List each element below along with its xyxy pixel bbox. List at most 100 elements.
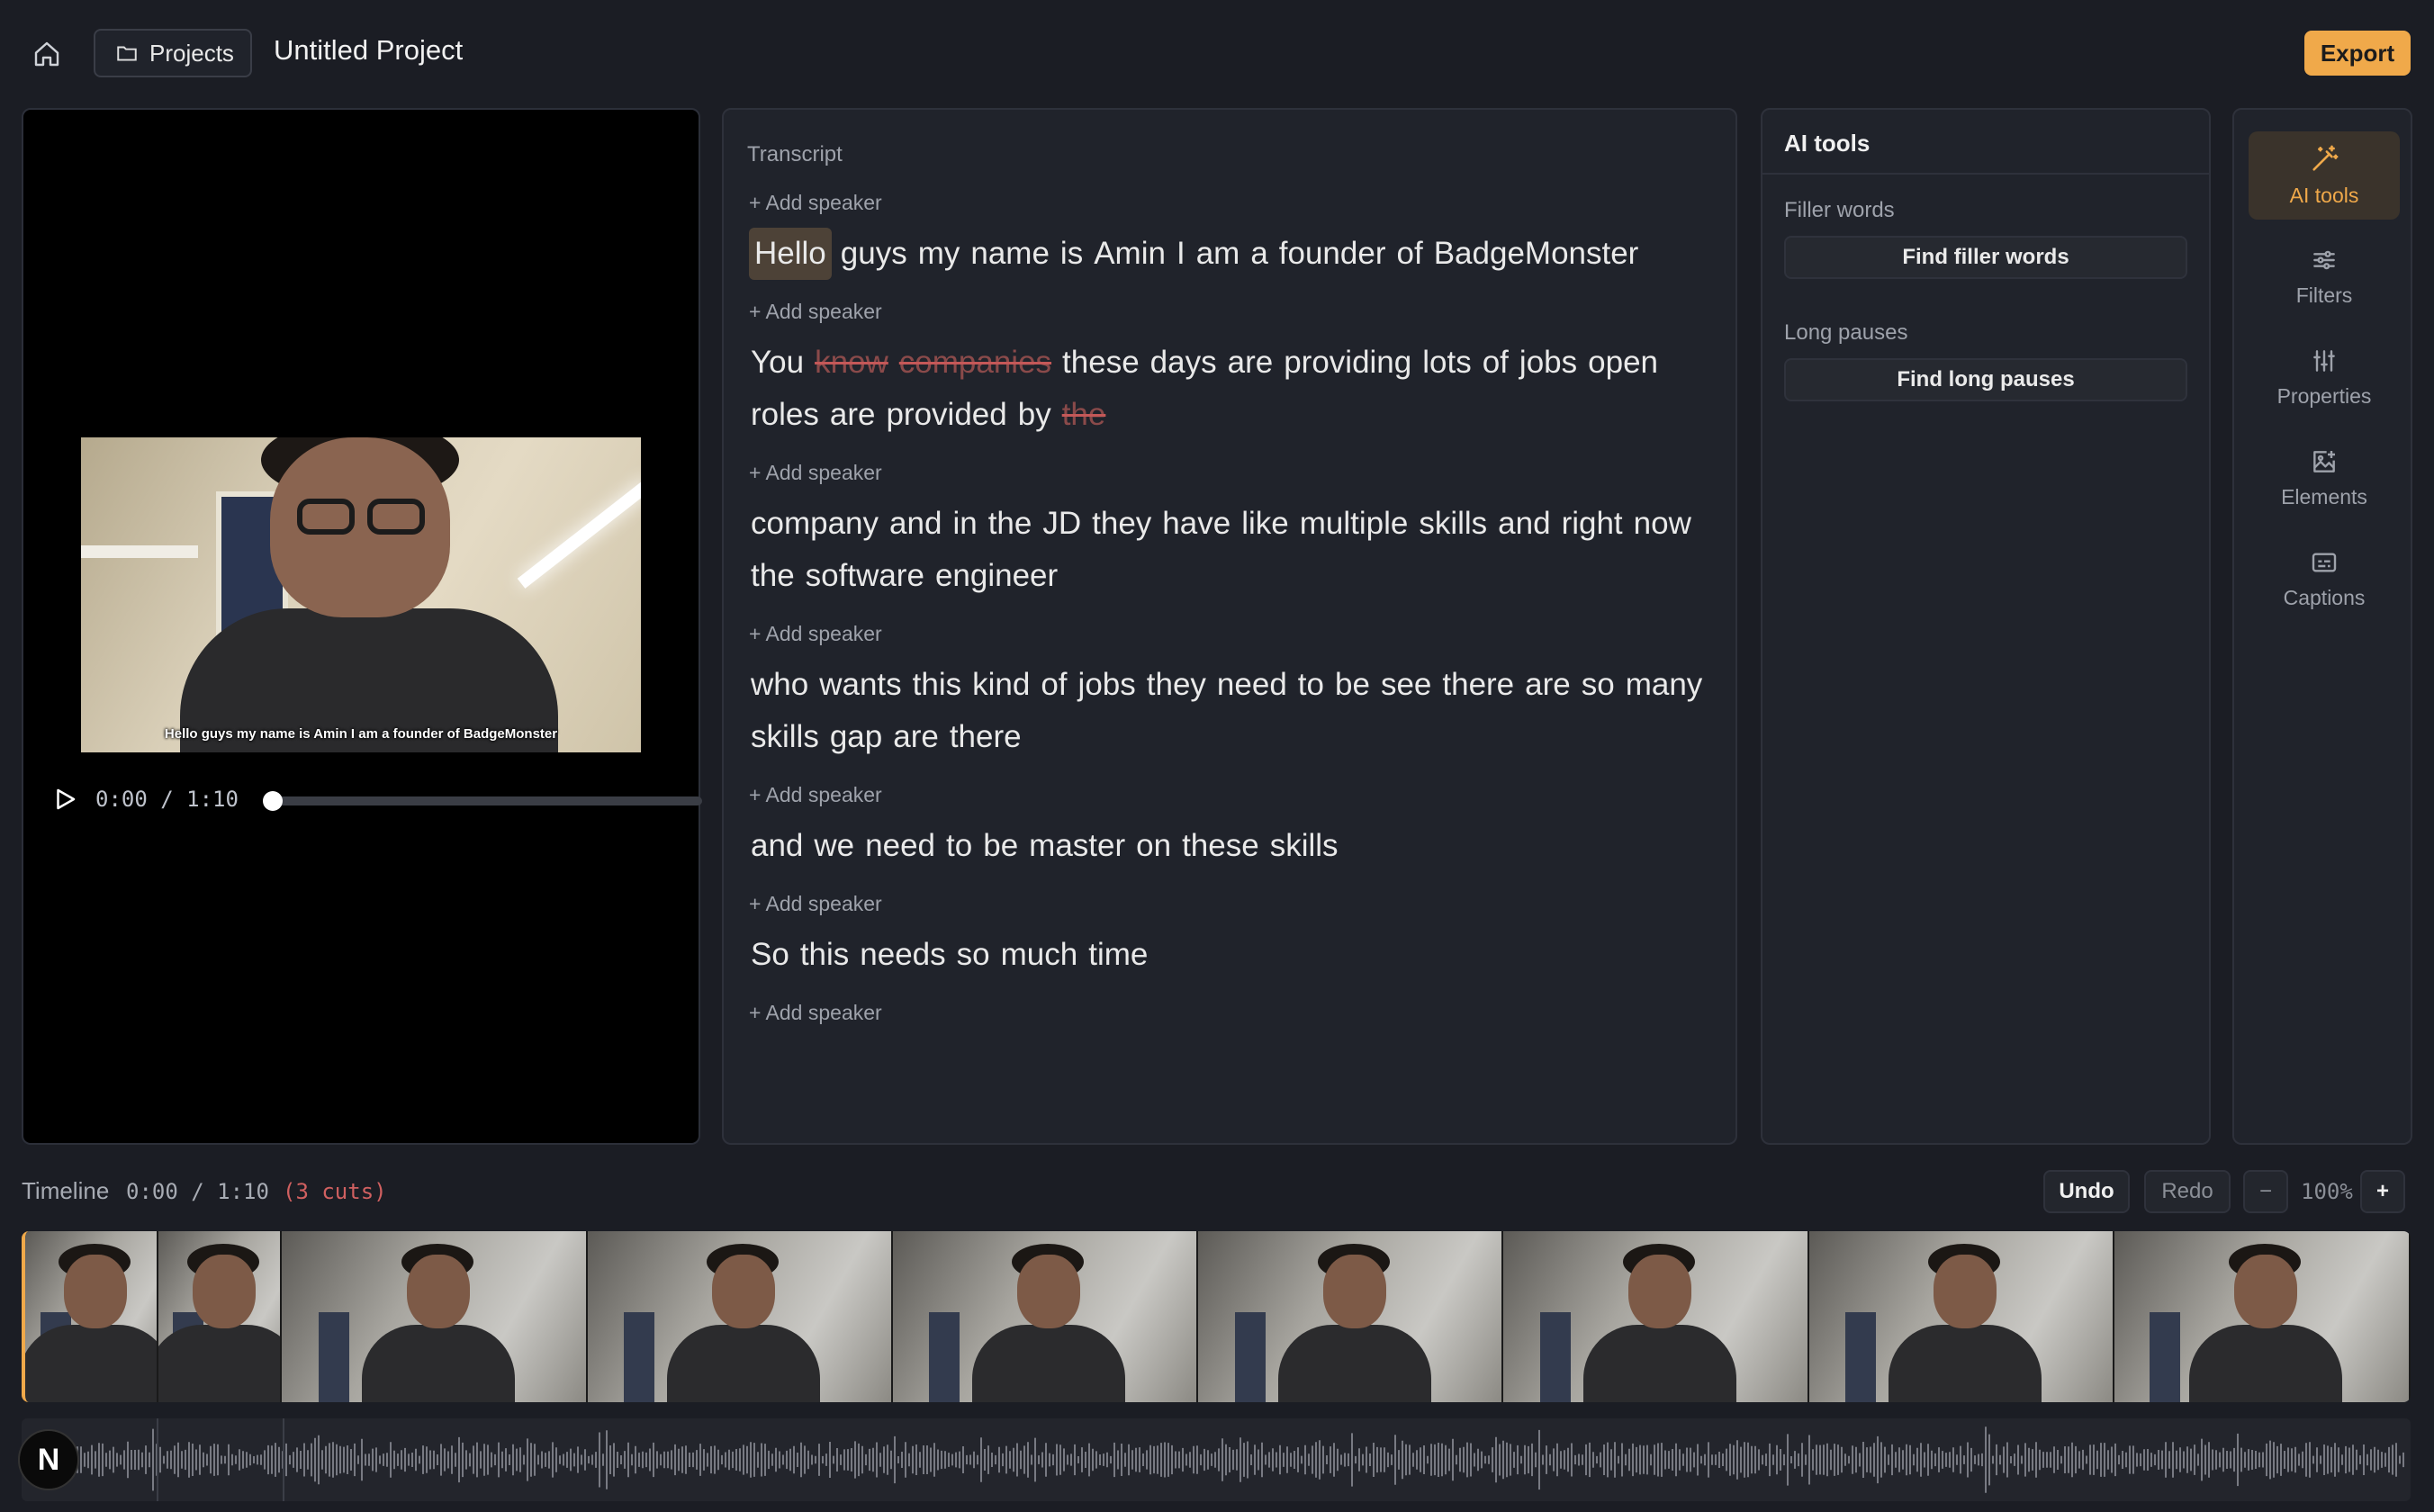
transcript-word[interactable]: need <box>1215 659 1289 711</box>
transcript-word[interactable]: provided <box>884 389 1008 441</box>
transcript-word[interactable]: of <box>1395 228 1425 280</box>
transcript-word[interactable]: gap <box>828 711 884 763</box>
rail-item-filters[interactable]: Filters <box>2249 232 2400 320</box>
projects-button[interactable]: Projects <box>94 29 252 77</box>
video-filmstrip[interactable] <box>22 1231 2411 1402</box>
transcript-word[interactable]: So <box>749 929 791 981</box>
transcript-word[interactable]: see <box>1379 659 1433 711</box>
transcript-word[interactable]: so <box>955 929 992 981</box>
transcript-word[interactable]: JD <box>1041 498 1083 550</box>
transcript-word[interactable]: a <box>1249 228 1269 280</box>
cut-word[interactable]: companies <box>897 337 1053 389</box>
export-button[interactable]: Export <box>2304 31 2411 76</box>
transcript-word[interactable]: my <box>916 228 962 280</box>
transcript-word[interactable]: so <box>1580 659 1617 711</box>
project-title[interactable]: Untitled Project <box>274 34 463 67</box>
transcript-word[interactable]: who <box>749 659 810 711</box>
transcript-word[interactable]: You <box>749 337 806 389</box>
transcript-word[interactable]: guys <box>839 228 909 280</box>
transcript-word[interactable]: founder <box>1277 228 1388 280</box>
transcript-word[interactable]: and <box>888 498 943 550</box>
transcript-word[interactable]: roles <box>749 389 821 441</box>
undo-button[interactable]: Undo <box>2043 1170 2130 1213</box>
add-speaker-button[interactable]: + Add speaker <box>749 783 1717 807</box>
transcript-word[interactable]: of <box>1481 337 1510 389</box>
transcript-word[interactable]: is <box>1059 228 1085 280</box>
transcript-word[interactable]: multiple <box>1298 498 1411 550</box>
transcript-word[interactable]: providing <box>1282 337 1413 389</box>
transcript-word[interactable]: open <box>1586 337 1660 389</box>
transcript-word[interactable]: many <box>1624 659 1705 711</box>
audio-waveform[interactable] <box>22 1418 2411 1501</box>
transcript-word[interactable]: there <box>1440 659 1516 711</box>
transcript-word[interactable]: I <box>1175 228 1187 280</box>
transcript-word[interactable]: we <box>812 820 856 872</box>
transcript-word[interactable]: these <box>1060 337 1141 389</box>
transcript-word[interactable]: they <box>1145 659 1208 711</box>
app-badge[interactable]: N <box>18 1429 79 1490</box>
transcript-word[interactable]: are <box>828 389 878 441</box>
transcript-word[interactable]: be <box>1333 659 1372 711</box>
rail-item-properties[interactable]: Properties <box>2249 333 2400 421</box>
transcript-word[interactable]: the <box>987 498 1034 550</box>
transcript-word[interactable]: kind <box>970 659 1032 711</box>
transcript-word[interactable]: the <box>749 550 797 602</box>
transcript-word[interactable]: on <box>1134 820 1173 872</box>
add-speaker-button[interactable]: + Add speaker <box>749 1001 1717 1025</box>
transcript-word[interactable]: are <box>1523 659 1573 711</box>
video-frame[interactable]: Hello guys my name is Amin I am a founde… <box>81 437 641 752</box>
transcript-word[interactable]: to <box>1296 659 1326 711</box>
home-button[interactable] <box>25 32 68 76</box>
cut-word[interactable]: the <box>1060 389 1108 441</box>
seek-bar[interactable] <box>263 791 702 811</box>
find-filler-words-button[interactable]: Find filler words <box>1784 236 2187 279</box>
find-long-pauses-button[interactable]: Find long pauses <box>1784 358 2187 401</box>
transcript-word[interactable]: to <box>944 820 974 872</box>
transcript-word[interactable]: skills <box>1417 498 1489 550</box>
transcript-word[interactable]: and <box>1496 498 1552 550</box>
zoom-in-button[interactable]: + <box>2360 1170 2405 1213</box>
transcript-word[interactable]: jobs <box>1518 337 1579 389</box>
cut-word[interactable]: know <box>813 337 890 389</box>
transcript-word[interactable]: much <box>999 929 1080 981</box>
transcript-word[interactable]: there <box>948 711 1023 763</box>
transcript-word[interactable]: name <box>969 228 1051 280</box>
transcript-word[interactable]: of <box>1039 659 1068 711</box>
transcript-word[interactable]: in <box>951 498 978 550</box>
transcript-word[interactable]: and <box>749 820 805 872</box>
transcript-word[interactable]: lots <box>1420 337 1473 389</box>
rail-item-ai-tools[interactable]: AI tools <box>2249 131 2400 220</box>
transcript-word[interactable]: by <box>1016 389 1053 441</box>
transcript-word[interactable]: Amin <box>1092 228 1167 280</box>
transcript-word[interactable]: BadgeMonster <box>1432 228 1641 280</box>
add-speaker-button[interactable]: + Add speaker <box>749 191 1717 215</box>
transcript-word[interactable]: be <box>981 820 1020 872</box>
zoom-out-button[interactable]: − <box>2243 1170 2288 1213</box>
transcript-word[interactable]: time <box>1086 929 1149 981</box>
seek-thumb[interactable] <box>263 791 283 811</box>
transcript-word[interactable]: now <box>1632 498 1693 550</box>
transcript-word[interactable]: engineer <box>933 550 1059 602</box>
transcript-word[interactable]: skills <box>749 711 821 763</box>
transcript-word[interactable]: company <box>749 498 880 550</box>
transcript-word[interactable]: this <box>798 929 851 981</box>
transcript-word[interactable]: like <box>1240 498 1291 550</box>
add-speaker-button[interactable]: + Add speaker <box>749 300 1717 324</box>
rail-item-captions[interactable]: Captions <box>2249 535 2400 623</box>
transcript-word[interactable]: this <box>911 659 963 711</box>
transcript-word[interactable]: master <box>1027 820 1127 872</box>
add-speaker-button[interactable]: + Add speaker <box>749 461 1717 485</box>
transcript-word[interactable]: wants <box>817 659 903 711</box>
play-button[interactable] <box>45 779 85 819</box>
transcript-word[interactable]: software <box>804 550 926 602</box>
transcript-word[interactable]: right <box>1560 498 1625 550</box>
transcript-word[interactable]: am <box>1194 228 1242 280</box>
transcript-word[interactable]: are <box>1226 337 1276 389</box>
transcript-word[interactable]: have <box>1160 498 1232 550</box>
redo-button[interactable]: Redo <box>2144 1170 2231 1213</box>
transcript-word[interactable]: jobs <box>1077 659 1138 711</box>
rail-item-elements[interactable]: Elements <box>2249 434 2400 522</box>
transcript-word[interactable]: these <box>1180 820 1261 872</box>
transcript-word[interactable]: are <box>891 711 941 763</box>
add-speaker-button[interactable]: + Add speaker <box>749 892 1717 916</box>
